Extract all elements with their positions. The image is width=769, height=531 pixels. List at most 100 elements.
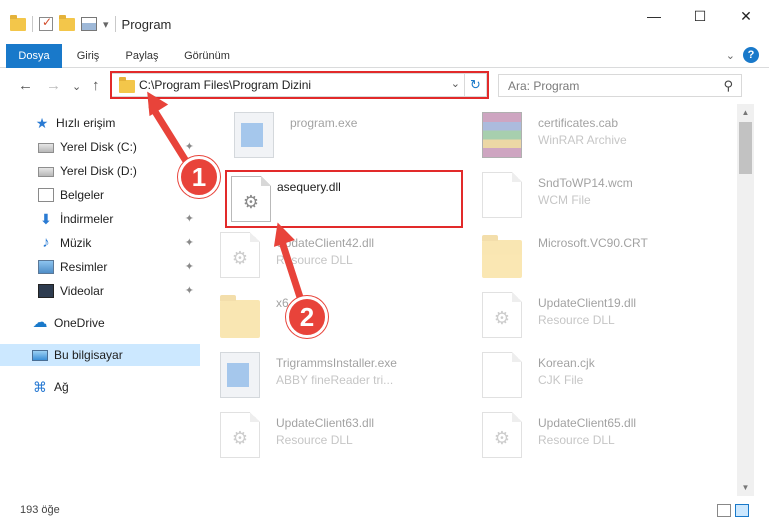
- file-name: Korean.cjk: [538, 356, 595, 370]
- up-arrow-icon[interactable]: ↑: [92, 77, 100, 94]
- gear-icon: ⚙: [242, 192, 260, 212]
- navigation-pane: ★ Hızlı erişim Yerel Disk (C:) ✦ Yerel D…: [0, 104, 202, 494]
- divider: [114, 16, 116, 32]
- address-highlight-box: [110, 71, 489, 99]
- sidebar-item-label: İndirmeler: [60, 212, 114, 226]
- help-icon[interactable]: ?: [743, 47, 759, 63]
- ribbon-collapse-icon[interactable]: ⌄: [726, 49, 735, 62]
- star-icon: ★: [35, 115, 49, 131]
- videos-icon: [38, 284, 54, 298]
- download-icon: ⬇: [40, 211, 52, 227]
- gear-icon: ⚙: [493, 308, 511, 328]
- search-icon[interactable]: ⚲: [723, 78, 733, 94]
- sidebar-item-label: Ağ: [54, 380, 69, 394]
- music-icon: ♪: [42, 234, 50, 251]
- sidebar-item-local-disk-d[interactable]: Yerel Disk (D:): [0, 160, 200, 182]
- file-item[interactable]: Korean.cjk CJK File: [458, 346, 708, 404]
- file-item[interactable]: ⚙ UpdateClient42.dll Resource DLL: [204, 226, 446, 284]
- sidebar-item-label: Resimler: [60, 260, 108, 274]
- drive-icon: [38, 167, 54, 177]
- folder-icon: [10, 14, 26, 31]
- file-type: Resource DLL: [276, 433, 353, 447]
- file-item-asequery[interactable]: ⚙ asequery.dll: [207, 170, 457, 228]
- tab-share[interactable]: Paylaş: [118, 44, 166, 68]
- file-item[interactable]: TrigrammsInstaller.exe ABBY fineReader t…: [204, 346, 446, 404]
- dll-icon: ⚙: [482, 412, 522, 458]
- tab-home[interactable]: Giriş: [68, 44, 108, 68]
- file-item[interactable]: ⚙ UpdateClient63.dll Resource DLL: [204, 406, 446, 464]
- file-list: program.exe certificates.cab WinRAR Arch…: [204, 104, 737, 494]
- new-folder-icon[interactable]: [59, 14, 75, 31]
- sidebar-item-onedrive[interactable]: ☁ OneDrive: [0, 312, 200, 334]
- search-input[interactable]: Ara: Program ⚲: [498, 74, 742, 97]
- pin-icon: ✦: [184, 237, 194, 249]
- step-badge-2: 2: [286, 296, 328, 338]
- properties-check-icon[interactable]: [39, 15, 53, 31]
- recent-locations-icon[interactable]: ⌄: [72, 80, 81, 93]
- gear-icon: ⚙: [493, 428, 511, 448]
- file-name: SndToWP14.wcm: [538, 176, 633, 190]
- back-arrow-icon[interactable]: ←: [18, 77, 33, 94]
- sidebar-item-label: OneDrive: [54, 316, 105, 330]
- file-name: UpdateClient63.dll: [276, 416, 375, 430]
- dll-icon: ⚙: [231, 176, 271, 222]
- file-item[interactable]: ⚙ UpdateClient65.dll Resource DLL: [458, 406, 708, 464]
- forward-arrow-icon[interactable]: →: [46, 77, 61, 94]
- file-item[interactable]: Microsoft.VC90.CRT: [458, 226, 708, 284]
- highlighted-file-box: ⚙ asequery.dll: [225, 170, 463, 228]
- document-icon: [482, 172, 522, 218]
- scroll-down-icon[interactable]: ▼: [737, 479, 754, 496]
- dll-icon: ⚙: [482, 292, 522, 338]
- file-type: Resource DLL: [538, 313, 615, 327]
- scroll-up-icon[interactable]: ▲: [737, 104, 754, 121]
- file-name: asequery.dll: [277, 180, 341, 194]
- details-view-icon[interactable]: [717, 504, 731, 517]
- sidebar-item-music[interactable]: ♪ Müzik ✦: [0, 232, 200, 254]
- divider: [32, 16, 33, 32]
- file-name: Microsoft.VC90.CRT: [538, 236, 648, 250]
- maximize-button[interactable]: ☐: [677, 0, 723, 32]
- file-type: CJK File: [538, 373, 584, 387]
- network-icon: ⌘: [33, 379, 47, 395]
- file-type: ABBY fineReader tri...: [276, 373, 394, 387]
- qat-customize-dropdown[interactable]: ▾: [103, 18, 109, 31]
- dll-icon: ⚙: [220, 232, 260, 278]
- sidebar-item-label: Müzik: [60, 236, 92, 250]
- window-title: Program: [121, 16, 172, 32]
- computer-icon: [32, 349, 48, 361]
- file-type: Resource DLL: [538, 433, 615, 447]
- file-item[interactable]: ⚙ UpdateClient19.dll Resource DLL: [458, 286, 708, 344]
- file-item[interactable]: SndToWP14.wcm WCM File: [458, 166, 708, 224]
- cloud-icon: ☁: [32, 314, 48, 331]
- file-name: UpdateClient65.dll: [538, 416, 637, 430]
- drive-icon: [38, 143, 54, 153]
- tab-view[interactable]: Görünüm: [176, 44, 238, 68]
- file-item[interactable]: program.exe: [210, 106, 460, 164]
- scroll-thumb[interactable]: [739, 122, 752, 174]
- minimize-button[interactable]: —: [631, 0, 677, 32]
- pin-icon: ✦: [184, 285, 194, 297]
- sidebar-item-label: Yerel Disk (D:): [60, 164, 137, 178]
- sidebar-item-label: Bu bilgisayar: [54, 348, 123, 362]
- close-button[interactable]: ✕: [723, 0, 769, 32]
- sidebar-item-pictures[interactable]: Resimler ✦: [0, 256, 200, 278]
- file-name: program.exe: [290, 116, 358, 130]
- pictures-icon: [38, 260, 54, 274]
- sidebar-item-downloads[interactable]: ⬇ İndirmeler ✦: [0, 208, 200, 230]
- sidebar-item-this-pc[interactable]: Bu bilgisayar: [0, 344, 200, 366]
- sidebar-item-videos[interactable]: Videolar ✦: [0, 280, 200, 302]
- exe-icon: [234, 112, 274, 158]
- item-count: 193 öğe: [20, 504, 60, 516]
- gear-icon: ⚙: [231, 248, 249, 268]
- pin-icon: ✦: [184, 141, 194, 153]
- vertical-scrollbar[interactable]: ▲ ▼: [737, 104, 754, 496]
- archive-icon: [482, 112, 522, 158]
- ribbon-tabs: Dosya Giriş Paylaş Görünüm ⌄ ?: [0, 44, 769, 102]
- properties-icon[interactable]: [81, 17, 97, 31]
- sidebar-item-network[interactable]: ⌘ Ağ: [0, 376, 200, 398]
- large-icons-view-icon[interactable]: [735, 504, 749, 517]
- dll-icon: ⚙: [220, 412, 260, 458]
- file-item[interactable]: certificates.cab WinRAR Archive: [458, 106, 708, 164]
- sidebar-item-documents[interactable]: Belgeler ✦: [0, 184, 200, 206]
- gear-icon: ⚙: [231, 428, 249, 448]
